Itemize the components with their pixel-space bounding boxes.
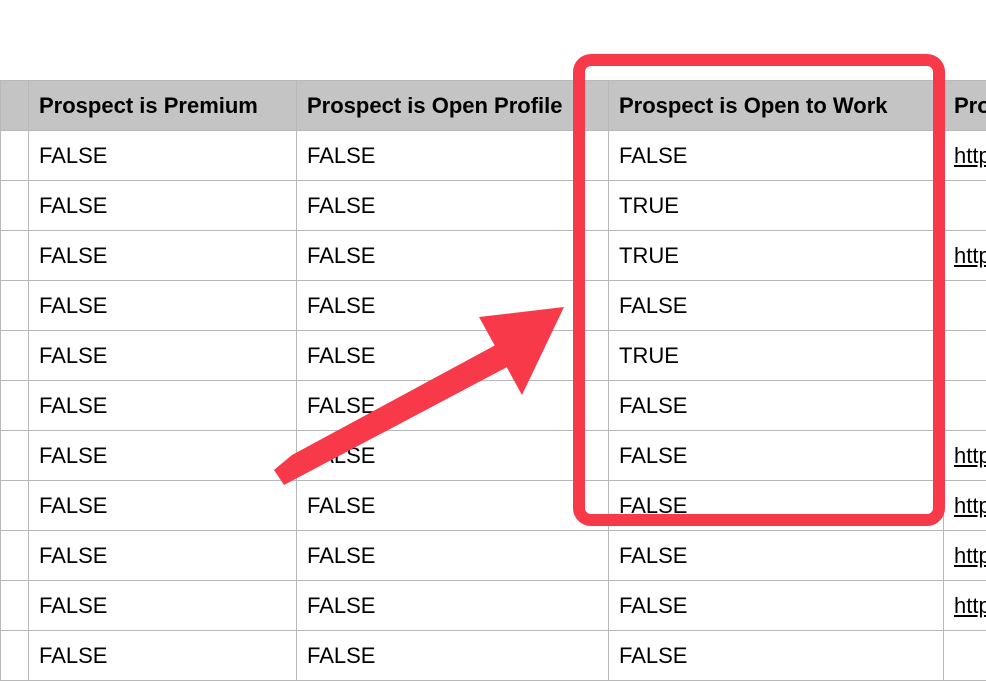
spreadsheet: Prospect is Premium Prospect is Open Pro… [0,80,986,681]
cell-stub[interactable] [1,331,29,381]
table-row: FALSE FALSE FALSE http [1,131,986,181]
cell-premium[interactable]: FALSE [29,281,297,331]
header-open-to-work[interactable]: Prospect is Open to Work [609,81,944,131]
cell-premium[interactable]: FALSE [29,181,297,231]
cell-link[interactable] [944,281,986,331]
table-row: FALSE FALSE FALSE http [1,431,986,481]
cell-stub[interactable] [1,631,29,681]
cell-link[interactable] [944,381,986,431]
header-premium[interactable]: Prospect is Premium [29,81,297,131]
cell-open-to-work[interactable]: FALSE [609,631,944,681]
table-row: FALSE FALSE FALSE http [1,581,986,631]
cell-open-profile[interactable]: FALSE [297,531,609,581]
table-row: FALSE FALSE FALSE [1,381,986,431]
cell-premium[interactable]: FALSE [29,231,297,281]
cell-open-to-work[interactable]: FALSE [609,581,944,631]
cell-premium[interactable]: FALSE [29,331,297,381]
cell-premium[interactable]: FALSE [29,531,297,581]
cell-link[interactable]: http [944,531,986,581]
cell-link[interactable]: http [944,231,986,281]
cell-link[interactable]: http [944,581,986,631]
cell-premium[interactable]: FALSE [29,631,297,681]
cell-open-to-work[interactable]: FALSE [609,531,944,581]
header-open-profile[interactable]: Prospect is Open Profile [297,81,609,131]
cell-premium[interactable]: FALSE [29,431,297,481]
cell-open-to-work[interactable]: FALSE [609,481,944,531]
cell-open-to-work[interactable]: TRUE [609,181,944,231]
cell-open-to-work[interactable]: FALSE [609,381,944,431]
cell-stub[interactable] [1,231,29,281]
table-row: FALSE FALSE FALSE [1,631,986,681]
cell-link[interactable]: http [944,431,986,481]
data-table: Prospect is Premium Prospect is Open Pro… [0,80,986,681]
table-row: FALSE FALSE TRUE [1,181,986,231]
cell-open-profile[interactable]: FALSE [297,331,609,381]
table-row: FALSE FALSE FALSE http [1,531,986,581]
cell-stub[interactable] [1,531,29,581]
cell-link[interactable] [944,631,986,681]
cell-premium[interactable]: FALSE [29,131,297,181]
table-row: FALSE FALSE TRUE [1,331,986,381]
cell-open-to-work[interactable]: FALSE [609,431,944,481]
cell-stub[interactable] [1,181,29,231]
header-row: Prospect is Premium Prospect is Open Pro… [1,81,986,131]
cell-open-profile[interactable]: FALSE [297,431,609,481]
cell-link[interactable]: http [944,131,986,181]
cell-stub[interactable] [1,431,29,481]
table-row: FALSE FALSE TRUE http [1,231,986,281]
cell-link[interactable] [944,181,986,231]
cell-open-profile[interactable]: FALSE [297,181,609,231]
table-row: FALSE FALSE FALSE http [1,481,986,531]
cell-stub[interactable] [1,131,29,181]
cell-stub[interactable] [1,281,29,331]
cell-stub[interactable] [1,581,29,631]
cell-open-to-work[interactable]: TRUE [609,331,944,381]
cell-open-profile[interactable]: FALSE [297,281,609,331]
cell-open-profile[interactable]: FALSE [297,381,609,431]
cell-stub[interactable] [1,481,29,531]
cell-link[interactable] [944,331,986,381]
cell-stub[interactable] [1,381,29,431]
cell-open-profile[interactable]: FALSE [297,481,609,531]
cell-open-profile[interactable]: FALSE [297,231,609,281]
table-row: FALSE FALSE FALSE [1,281,986,331]
cell-open-to-work[interactable]: TRUE [609,231,944,281]
cell-open-profile[interactable]: FALSE [297,581,609,631]
cell-premium[interactable]: FALSE [29,381,297,431]
cell-open-profile[interactable]: FALSE [297,631,609,681]
header-stub[interactable] [1,81,29,131]
cell-open-to-work[interactable]: FALSE [609,281,944,331]
cell-open-to-work[interactable]: FALSE [609,131,944,181]
cell-open-profile[interactable]: FALSE [297,131,609,181]
header-last[interactable]: Pro [944,81,986,131]
cell-premium[interactable]: FALSE [29,481,297,531]
cell-premium[interactable]: FALSE [29,581,297,631]
cell-link[interactable]: http [944,481,986,531]
